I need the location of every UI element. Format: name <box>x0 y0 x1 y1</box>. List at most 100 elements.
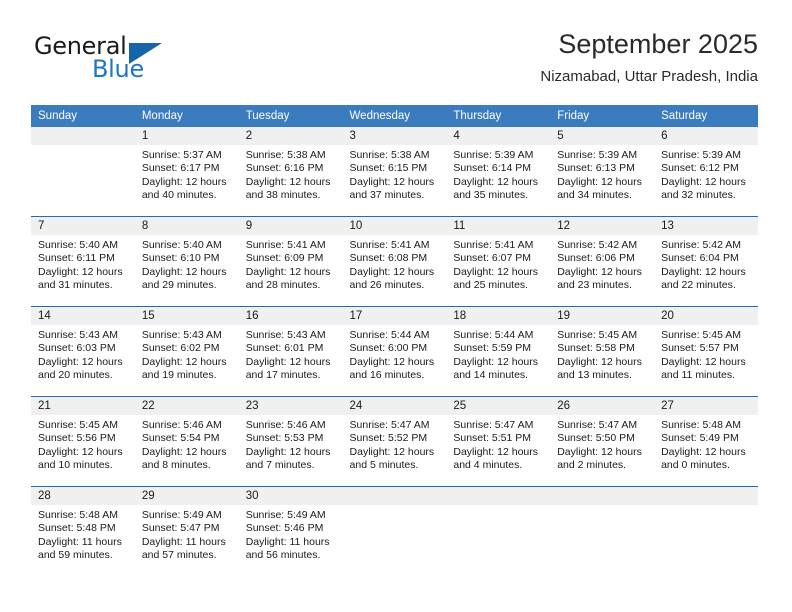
logo-text-blue: Blue <box>92 55 144 83</box>
sunset-time: Sunset: 5:51 PM <box>453 432 532 445</box>
calendar-day-cell[interactable]: 30 Sunrise: 5:49 AM Sunset: 5:46 PM Dayligh… <box>238 486 343 576</box>
weekday-header-tuesday: Tuesday <box>238 105 343 127</box>
calendar-day-cell-empty <box>654 486 758 576</box>
calendar-day-cell[interactable]: 28 Sunrise: 5:48 AM Sunset: 5:48 PM Dayligh… <box>31 486 135 576</box>
calendar-day-cell[interactable]: 27 Sunrise: 5:48 AM Sunset: 5:49 PM Dayligh… <box>654 396 758 487</box>
calendar-day-cell[interactable]: 12 Sunrise: 5:42 AM Sunset: 6:06 PM Dayligh… <box>550 216 655 307</box>
day-cell-inner: 24 Sunrise: 5:47 AM Sunset: 5:52 PM Dayligh… <box>342 397 447 486</box>
daylight-duration-line1: Daylight: 12 hours <box>141 355 227 368</box>
calendar-day-cell[interactable]: 19 Sunrise: 5:45 AM Sunset: 5:58 PM Dayligh… <box>550 306 655 397</box>
sunset-time: Sunset: 6:10 PM <box>141 252 220 265</box>
day-details: Sunrise: 5:42 AM Sunset: 6:04 PM Daylight:… <box>654 235 758 293</box>
day-details: Sunrise: 5:49 AM Sunset: 5:46 PM Daylight:… <box>239 505 343 563</box>
daylight-duration-line2: and 10 minutes. <box>38 459 113 472</box>
calendar-day-cell[interactable]: 24 Sunrise: 5:47 AM Sunset: 5:52 PM Dayligh… <box>342 396 447 487</box>
calendar-day-cell[interactable]: 23 Sunrise: 5:46 AM Sunset: 5:53 PM Dayligh… <box>238 396 343 487</box>
day-number <box>550 487 655 505</box>
sunrise-time: Sunrise: 5:42 AM <box>557 239 638 251</box>
daylight-duration-line2: and 32 minutes. <box>661 189 736 202</box>
daylight-duration-line2: and 23 minutes. <box>557 279 632 292</box>
day-details: Sunrise: 5:39 AM Sunset: 6:14 PM Daylight:… <box>446 145 550 203</box>
day-cell-inner <box>550 487 655 576</box>
calendar-day-cell[interactable]: 8 Sunrise: 5:40 AM Sunset: 6:10 PM Daylight… <box>134 216 239 307</box>
calendar-day-cell[interactable]: 26 Sunrise: 5:47 AM Sunset: 5:50 PM Dayligh… <box>550 396 655 487</box>
sunrise-time: Sunrise: 5:43 AM <box>38 329 118 341</box>
calendar-week-row: 14 Sunrise: 5:43 AM Sunset: 6:03 PM Dayligh… <box>31 306 758 397</box>
sunrise-time: Sunrise: 5:41 AM <box>453 239 534 251</box>
calendar-day-cell[interactable]: 7 Sunrise: 5:40 AM Sunset: 6:11 PM Daylight… <box>31 216 135 307</box>
day-details: Sunrise: 5:47 AM Sunset: 5:51 PM Daylight:… <box>446 415 550 473</box>
calendar-day-cell[interactable]: 14 Sunrise: 5:43 AM Sunset: 6:03 PM Dayligh… <box>31 306 135 397</box>
day-number: 21 <box>31 397 135 415</box>
calendar-table: Sunday Monday Tuesday Wednesday Thursday Frid… <box>31 105 758 576</box>
day-number: 14 <box>31 307 135 325</box>
daylight-duration-line1: Daylight: 12 hours <box>453 265 539 278</box>
day-number: 10 <box>342 217 447 235</box>
day-number: 24 <box>342 397 447 415</box>
calendar-day-cell[interactable]: 11 Sunrise: 5:41 AM Sunset: 6:07 PM Dayligh… <box>446 216 551 307</box>
daylight-duration-line2: and 7 minutes. <box>245 459 315 472</box>
day-cell-inner: 29 Sunrise: 5:49 AM Sunset: 5:47 PM Dayligh… <box>134 487 239 576</box>
calendar-day-cell[interactable]: 6 Sunrise: 5:39 AM Sunset: 6:12 PM Daylight… <box>654 127 758 217</box>
day-details: Sunrise: 5:41 AM Sunset: 6:09 PM Daylight:… <box>239 235 343 293</box>
calendar-day-cell[interactable]: 2 Sunrise: 5:38 AM Sunset: 6:16 PM Daylight… <box>238 127 343 217</box>
calendar-day-cell[interactable]: 13 Sunrise: 5:42 AM Sunset: 6:04 PM Dayligh… <box>654 216 758 307</box>
day-number: 30 <box>238 487 343 505</box>
sunrise-time: Sunrise: 5:45 AM <box>661 329 742 341</box>
calendar-day-cell[interactable]: 10 Sunrise: 5:41 AM Sunset: 6:08 PM Dayligh… <box>342 216 447 307</box>
sunrise-time: Sunrise: 5:47 AM <box>453 419 534 431</box>
calendar-body: 1 Sunrise: 5:37 AM Sunset: 6:17 PM Daylight… <box>31 127 758 576</box>
sunrise-time: Sunrise: 5:46 AM <box>245 419 326 431</box>
sunset-time: Sunset: 5:47 PM <box>141 522 220 535</box>
calendar-day-cell[interactable]: 15 Sunrise: 5:43 AM Sunset: 6:02 PM Dayligh… <box>134 306 239 397</box>
daylight-duration-line2: and 26 minutes. <box>349 279 425 292</box>
calendar-day-cell[interactable]: 9 Sunrise: 5:41 AM Sunset: 6:09 PM Daylight… <box>238 216 343 307</box>
sunset-time: Sunset: 5:57 PM <box>661 342 739 355</box>
weekday-header-sunday: Sunday <box>31 105 135 127</box>
calendar-day-cell[interactable]: 21 Sunrise: 5:45 AM Sunset: 5:56 PM Dayligh… <box>31 396 135 487</box>
day-details: Sunrise: 5:48 AM Sunset: 5:49 PM Daylight:… <box>654 415 758 473</box>
sunset-time: Sunset: 5:53 PM <box>245 432 324 445</box>
calendar-day-cell[interactable]: 22 Sunrise: 5:46 AM Sunset: 5:54 PM Dayligh… <box>134 396 239 487</box>
daylight-duration-line1: Daylight: 12 hours <box>661 175 746 188</box>
calendar-day-cell-empty <box>550 486 655 576</box>
calendar-day-cell[interactable]: 1 Sunrise: 5:37 AM Sunset: 6:17 PM Daylight… <box>134 127 239 217</box>
daylight-duration-line1: Daylight: 12 hours <box>141 265 227 278</box>
calendar-day-cell[interactable]: 25 Sunrise: 5:47 AM Sunset: 5:51 PM Dayligh… <box>446 396 551 487</box>
day-details: Sunrise: 5:43 AM Sunset: 6:01 PM Daylight:… <box>239 325 343 383</box>
calendar-day-cell[interactable]: 18 Sunrise: 5:44 AM Sunset: 5:59 PM Dayligh… <box>446 306 551 397</box>
sunrise-time: Sunrise: 5:40 AM <box>141 239 222 251</box>
calendar-day-cell[interactable]: 16 Sunrise: 5:43 AM Sunset: 6:01 PM Dayligh… <box>238 306 343 397</box>
calendar-day-cell-empty <box>446 486 551 576</box>
title-block: September 2025 Nizamabad, Uttar Pradesh,… <box>540 28 758 88</box>
day-cell-inner: 18 Sunrise: 5:44 AM Sunset: 5:59 PM Dayligh… <box>446 307 551 396</box>
calendar-day-cell[interactable]: 4 Sunrise: 5:39 AM Sunset: 6:14 PM Daylight… <box>446 127 551 217</box>
sunrise-time: Sunrise: 5:47 AM <box>349 419 430 431</box>
daylight-duration-line1: Daylight: 12 hours <box>245 355 331 368</box>
sunset-time: Sunset: 6:01 PM <box>245 342 324 355</box>
day-cell-inner: 4 Sunrise: 5:39 AM Sunset: 6:14 PM Daylight… <box>446 127 551 216</box>
calendar-day-cell[interactable]: 3 Sunrise: 5:38 AM Sunset: 6:15 PM Daylight… <box>342 127 447 217</box>
day-cell-inner: 20 Sunrise: 5:45 AM Sunset: 5:57 PM Dayligh… <box>654 307 758 396</box>
calendar-day-cell[interactable]: 20 Sunrise: 5:45 AM Sunset: 5:57 PM Dayligh… <box>654 306 758 397</box>
sunset-time: Sunset: 6:13 PM <box>557 162 635 175</box>
day-number: 25 <box>446 397 551 415</box>
sunrise-time: Sunrise: 5:43 AM <box>245 329 326 341</box>
calendar-day-cell[interactable]: 5 Sunrise: 5:39 AM Sunset: 6:13 PM Daylight… <box>550 127 655 217</box>
daylight-duration-line1: Daylight: 12 hours <box>38 445 123 458</box>
day-cell-inner: 7 Sunrise: 5:40 AM Sunset: 6:11 PM Daylight… <box>31 217 135 306</box>
calendar-day-cell[interactable]: 17 Sunrise: 5:44 AM Sunset: 6:00 PM Dayligh… <box>342 306 447 397</box>
calendar-week-row: 28 Sunrise: 5:48 AM Sunset: 5:48 PM Dayligh… <box>31 486 758 576</box>
logo[interactable]: General Blue <box>34 32 204 90</box>
sunset-time: Sunset: 6:02 PM <box>141 342 220 355</box>
daylight-duration-line1: Daylight: 12 hours <box>349 265 435 278</box>
daylight-duration-line1: Daylight: 12 hours <box>141 175 227 188</box>
day-cell-inner: 13 Sunrise: 5:42 AM Sunset: 6:04 PM Dayligh… <box>654 217 758 306</box>
day-cell-inner: 26 Sunrise: 5:47 AM Sunset: 5:50 PM Dayligh… <box>550 397 655 486</box>
calendar-week-row: 21 Sunrise: 5:45 AM Sunset: 5:56 PM Dayligh… <box>31 396 758 487</box>
day-cell-inner: 15 Sunrise: 5:43 AM Sunset: 6:02 PM Dayligh… <box>134 307 239 396</box>
day-cell-inner: 14 Sunrise: 5:43 AM Sunset: 6:03 PM Dayligh… <box>31 307 135 396</box>
day-number: 18 <box>446 307 551 325</box>
calendar-week-row: 7 Sunrise: 5:40 AM Sunset: 6:11 PM Daylight… <box>31 216 758 307</box>
calendar-day-cell[interactable]: 29 Sunrise: 5:49 AM Sunset: 5:47 PM Dayligh… <box>134 486 239 576</box>
